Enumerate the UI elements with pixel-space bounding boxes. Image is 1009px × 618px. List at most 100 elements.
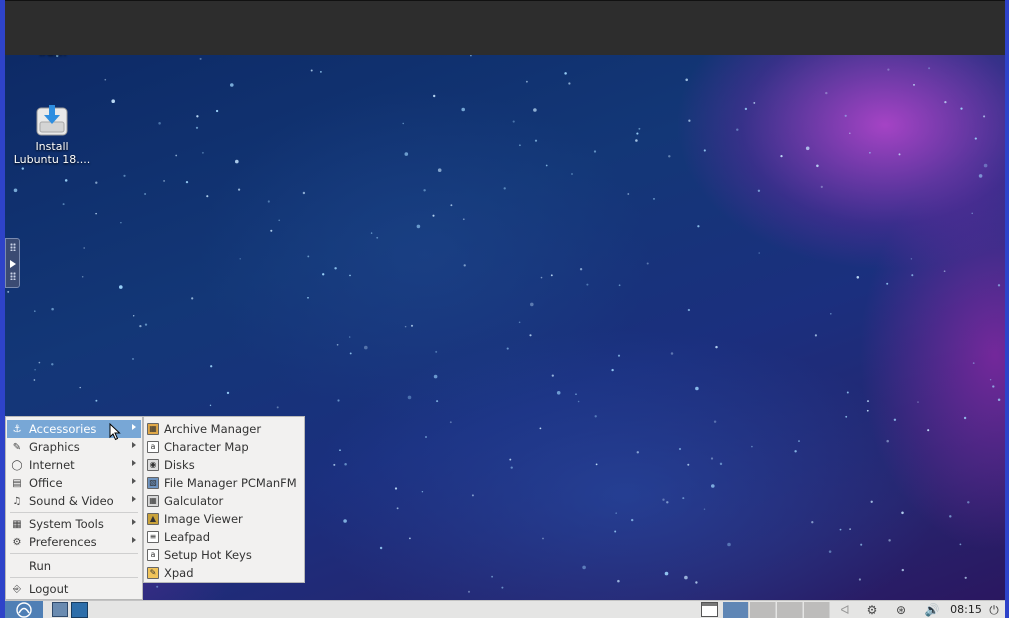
star bbox=[780, 154, 783, 158]
menu-item-run[interactable]: Run bbox=[7, 557, 141, 575]
star bbox=[825, 91, 828, 95]
submenu-item-character-map[interactable]: a Character Map bbox=[145, 438, 303, 456]
star bbox=[410, 324, 414, 327]
star bbox=[185, 180, 189, 184]
submenu-arrow-icon bbox=[132, 519, 136, 525]
star bbox=[539, 427, 542, 430]
star bbox=[758, 252, 760, 254]
star bbox=[719, 462, 723, 466]
star bbox=[423, 189, 426, 192]
star bbox=[886, 439, 889, 443]
star bbox=[898, 153, 901, 156]
submenu-item-file-manager[interactable]: ▧ File Manager PCManFM bbox=[145, 474, 303, 492]
menu-item-sound-video[interactable]: ♫ Sound & Video bbox=[7, 492, 141, 510]
star bbox=[449, 421, 452, 424]
bluetooth-icon[interactable]: ᐊ bbox=[838, 602, 852, 618]
browser-launcher-icon[interactable] bbox=[71, 602, 88, 618]
star bbox=[529, 334, 532, 337]
workspace-3[interactable] bbox=[777, 602, 803, 618]
submenu-arrow-icon bbox=[132, 424, 136, 430]
workspace-4[interactable] bbox=[804, 602, 830, 618]
desktop-icon-install-lubuntu[interactable]: Install Lubuntu 18.... bbox=[7, 103, 97, 166]
star bbox=[997, 398, 1001, 401]
star bbox=[534, 139, 538, 142]
file-manager-launcher-icon[interactable] bbox=[52, 602, 68, 617]
star bbox=[944, 100, 947, 104]
star bbox=[757, 189, 761, 192]
star bbox=[928, 67, 931, 70]
workspace-1[interactable] bbox=[723, 602, 749, 618]
menu-item-system-tools[interactable]: ▦ System Tools bbox=[7, 515, 141, 533]
star bbox=[310, 69, 313, 72]
star bbox=[949, 515, 952, 518]
menu-item-internet[interactable]: ◯ Internet bbox=[7, 456, 141, 474]
star bbox=[119, 285, 123, 289]
star bbox=[983, 115, 986, 118]
show-desktop-icon[interactable] bbox=[701, 602, 718, 617]
submenu-item-disks[interactable]: ◉ Disks bbox=[145, 456, 303, 474]
menu-item-preferences[interactable]: ⚙ Preferences bbox=[7, 533, 141, 551]
submenu-item-archive-manager[interactable]: ▦ Archive Manager bbox=[145, 420, 303, 438]
star bbox=[433, 94, 436, 98]
power-icon[interactable]: ⏻ bbox=[986, 602, 1002, 618]
network-disconnected-icon[interactable]: ⊛ bbox=[891, 602, 911, 618]
star bbox=[869, 152, 871, 154]
clock[interactable]: 08:15 bbox=[948, 603, 984, 616]
star bbox=[226, 391, 230, 395]
submenu-item-xpad[interactable]: ✎ Xpad bbox=[145, 564, 303, 582]
star bbox=[844, 114, 847, 117]
star bbox=[394, 487, 398, 490]
star bbox=[695, 581, 698, 584]
star bbox=[635, 139, 638, 142]
application-menu: ⚓ Accessories ✎ Graphics ◯ Internet ▤ Of… bbox=[5, 416, 143, 600]
star bbox=[668, 155, 671, 158]
star bbox=[425, 436, 427, 438]
mouse-cursor-icon bbox=[109, 423, 121, 441]
star bbox=[631, 518, 634, 522]
menu-item-label: Accessories bbox=[29, 422, 97, 436]
submenu-arrow-icon bbox=[132, 478, 136, 484]
submenu-item-image-viewer[interactable]: ▲ Image Viewer bbox=[145, 510, 303, 528]
star bbox=[144, 193, 147, 195]
star bbox=[467, 590, 471, 593]
volume-icon[interactable]: 🔊 bbox=[922, 602, 942, 618]
star bbox=[421, 490, 424, 493]
star bbox=[710, 457, 714, 460]
star bbox=[21, 167, 24, 170]
star bbox=[556, 391, 561, 395]
star bbox=[139, 324, 142, 328]
star bbox=[435, 350, 438, 353]
star bbox=[828, 550, 832, 553]
submenu-item-label: Disks bbox=[164, 458, 195, 472]
star bbox=[337, 399, 340, 402]
star bbox=[593, 150, 597, 153]
star bbox=[646, 262, 649, 265]
star bbox=[196, 115, 199, 118]
image-viewer-icon: ▲ bbox=[147, 513, 159, 525]
star bbox=[964, 576, 967, 579]
menu-item-logout[interactable]: ⎆ Logout bbox=[7, 580, 141, 598]
submenu-item-setup-hot-keys[interactable]: a Setup Hot Keys bbox=[145, 546, 303, 564]
submenu-item-galculator[interactable]: ▦ Galculator bbox=[145, 492, 303, 510]
menu-item-label: Logout bbox=[29, 582, 69, 596]
star bbox=[816, 164, 819, 168]
star bbox=[595, 463, 598, 466]
menu-item-office[interactable]: ▤ Office bbox=[7, 474, 141, 492]
side-panel-handle[interactable] bbox=[5, 238, 20, 288]
star bbox=[542, 537, 544, 540]
preferences-icon: ⚙ bbox=[12, 536, 22, 548]
star bbox=[715, 345, 718, 349]
star bbox=[491, 575, 494, 578]
star bbox=[336, 343, 339, 346]
menu-separator bbox=[10, 553, 138, 554]
updates-icon[interactable]: ⚙ bbox=[863, 602, 881, 618]
star bbox=[404, 325, 407, 328]
star bbox=[62, 203, 65, 206]
star bbox=[51, 363, 54, 366]
star bbox=[402, 122, 404, 125]
submenu-item-leafpad[interactable]: ≡ Leafpad bbox=[145, 528, 303, 546]
workspace-2[interactable] bbox=[750, 602, 776, 618]
start-menu-button[interactable] bbox=[5, 601, 43, 618]
star bbox=[615, 512, 617, 514]
star bbox=[175, 154, 178, 157]
